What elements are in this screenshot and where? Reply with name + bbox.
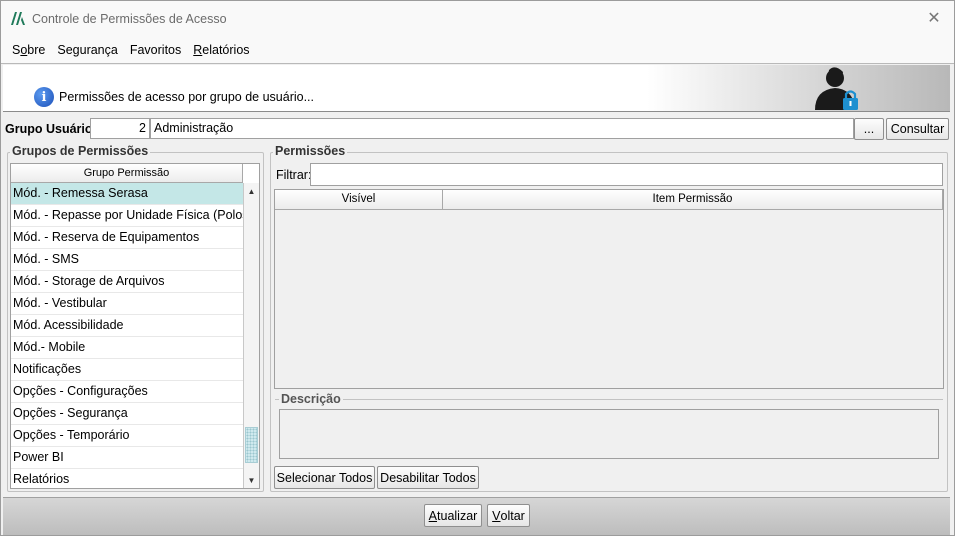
list-item[interactable]: Mód. Acessibilidade <box>11 315 244 337</box>
banner-text: Permissões de acesso por grupo de usuári… <box>59 90 314 104</box>
selecionar-todos-button[interactable]: Selecionar Todos <box>274 466 375 489</box>
permissoes-grid[interactable]: Visível Item Permissão <box>274 189 944 389</box>
atualizar-button[interactable]: Atualizar <box>424 504 482 527</box>
list-item[interactable]: Mód. - Repasse por Unidade Física (Polos… <box>11 205 244 227</box>
descricao-divider <box>337 399 943 400</box>
title-bar: Controle de Permissões de Acesso ✕ <box>1 1 954 36</box>
list-item[interactable]: Opções - Configurações <box>11 381 244 403</box>
list-item[interactable]: Mód. - Storage de Arquivos <box>11 271 244 293</box>
list-item[interactable]: Notificações <box>11 359 244 381</box>
close-icon: ✕ <box>927 10 941 27</box>
menu-favoritos-label: Favoritos <box>129 42 182 57</box>
menu-seguranca[interactable]: Segurança <box>53 43 125 57</box>
descricao-area <box>279 409 939 459</box>
visivel-column-header[interactable]: Visível <box>275 190 443 210</box>
grupo-usuario-name-field[interactable]: Administração <box>150 118 854 139</box>
vertical-scrollbar[interactable]: ▲ ▼ <box>243 183 259 488</box>
atualizar-mnemonic: A <box>428 508 438 523</box>
list-item[interactable]: Power BI <box>11 447 244 469</box>
window-title: Controle de Permissões de Acesso <box>32 12 227 26</box>
grupo-usuario-id-field[interactable]: 2 <box>90 118 150 139</box>
scroll-up-icon[interactable]: ▲ <box>244 183 259 199</box>
voltar-label: oltar <box>500 508 525 523</box>
grupo-usuario-label: Grupo Usuário: <box>5 122 97 136</box>
list-item[interactable]: Opções - Temporário <box>11 425 244 447</box>
menu-relatorios-mnemonic: R <box>193 42 203 57</box>
item-permissao-column-header[interactable]: Item Permissão <box>443 190 943 210</box>
desabilitar-todos-button[interactable]: Desabilitar Todos <box>377 466 479 489</box>
menu-relatorios-label: elatórios <box>202 42 250 57</box>
menu-sobre-label-b: bre <box>27 42 46 57</box>
list-item[interactable]: Relatórios <box>11 469 244 488</box>
info-glyph: i <box>41 89 47 105</box>
atualizar-label: tualizar <box>437 508 478 523</box>
descricao-divider-left <box>275 399 279 400</box>
list-item[interactable]: Opções - Segurança <box>11 403 244 425</box>
list-item[interactable]: Mód. - Remessa Serasa <box>11 183 244 205</box>
menu-seguranca-label: Segurança <box>57 42 118 57</box>
grupo-rows: Mód. - Remessa Serasa Mód. - Repasse por … <box>11 183 244 488</box>
descricao-label: Descrição <box>281 392 343 406</box>
list-item[interactable]: Mód.- Mobile <box>11 337 244 359</box>
consultar-button[interactable]: Consultar <box>886 118 949 140</box>
menu-bar: Sobre Segurança Favoritos Relatórios <box>1 36 954 64</box>
info-banner: i Permissões de acesso por grupo de usuá… <box>3 65 950 112</box>
scroll-down-icon[interactable]: ▼ <box>244 472 259 488</box>
grupo-permissao-column-header[interactable]: Grupo Permissão <box>11 164 243 183</box>
grupos-permissoes-grid[interactable]: Grupo Permissão Mód. - Remessa Serasa Mód… <box>10 163 260 489</box>
list-item[interactable]: Mód. - Reserva de Equipamentos <box>11 227 244 249</box>
lookup-button[interactable]: ... <box>854 118 884 140</box>
permissoes-title: Permissões <box>273 144 348 158</box>
menu-sobre[interactable]: Sobre <box>8 43 53 57</box>
list-item[interactable]: Mód. - Vestibular <box>11 293 244 315</box>
user-lock-icon <box>815 67 858 110</box>
voltar-button[interactable]: Voltar <box>487 504 530 527</box>
menu-relatorios[interactable]: Relatórios <box>189 43 257 57</box>
close-button[interactable]: ✕ <box>922 7 946 29</box>
menu-favoritos[interactable]: Favoritos <box>126 43 189 57</box>
app-window: Controle de Permissões de Acesso ✕ Sobre… <box>0 0 955 536</box>
filtrar-input[interactable] <box>310 163 943 186</box>
grupos-permissoes-title: Grupos de Permissões <box>10 144 151 158</box>
filtrar-label: Filtrar: <box>276 168 312 182</box>
voltar-mnemonic: V <box>492 508 501 523</box>
info-icon: i <box>34 87 54 107</box>
app-logo-icon <box>11 12 25 25</box>
list-item[interactable]: Mód. - SMS <box>11 249 244 271</box>
scroll-thumb[interactable] <box>245 427 258 463</box>
